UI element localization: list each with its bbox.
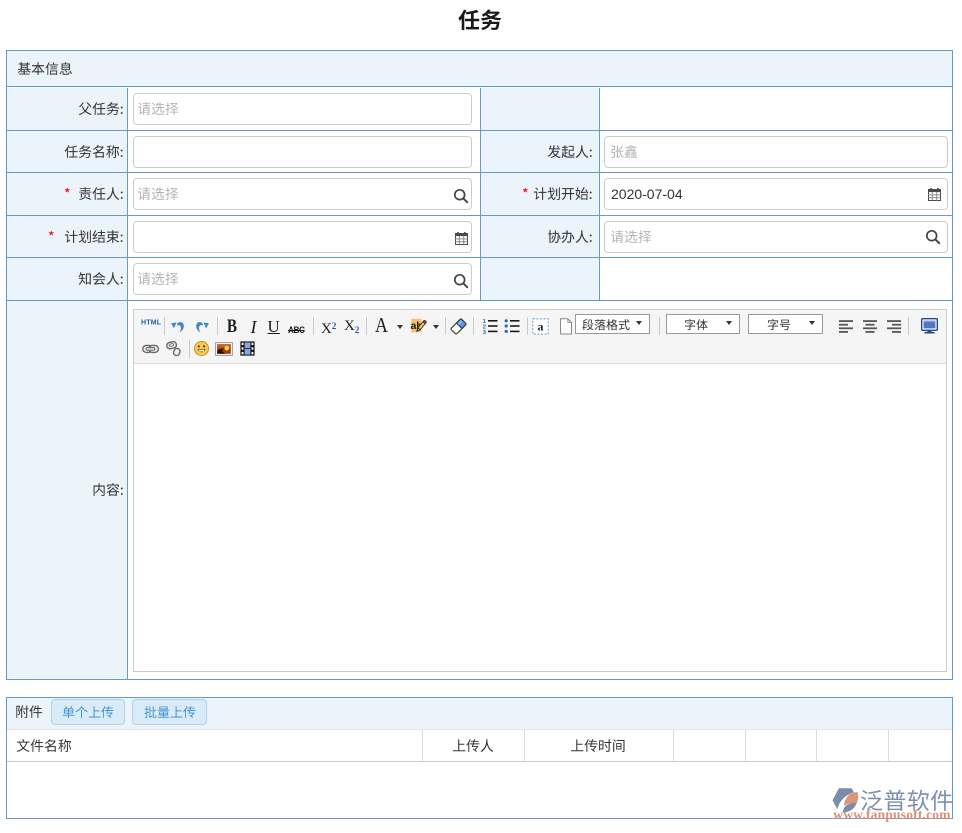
- svg-text:a: a: [537, 319, 543, 333]
- svg-text:3: 3: [483, 330, 487, 334]
